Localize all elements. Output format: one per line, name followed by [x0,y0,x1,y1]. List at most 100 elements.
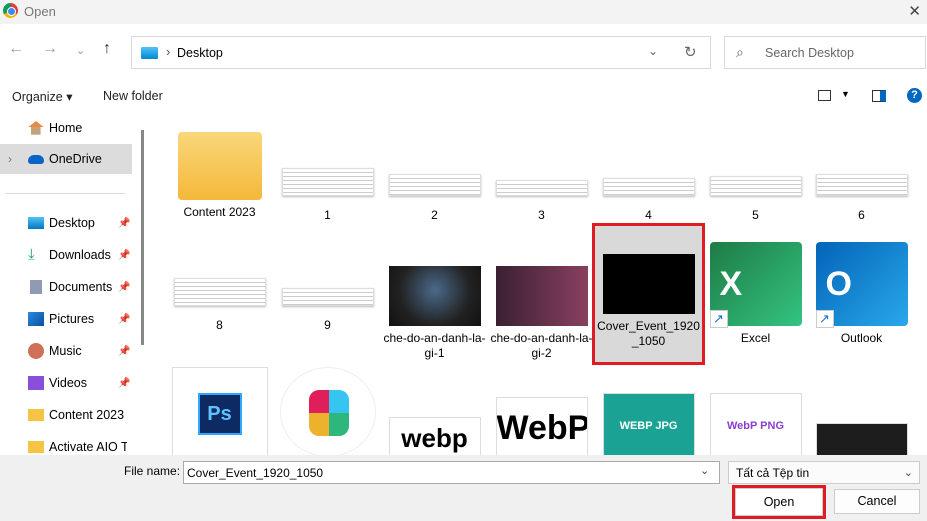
file-name: che-do-an-danh-la-gi-2 [490,331,593,360]
file-name: 6 [858,208,865,222]
sidebar-item-documents[interactable]: Documents 📌 [0,272,132,302]
cloud-icon [28,154,44,164]
document-thumbnail [281,288,374,306]
file-name: che-do-an-danh-la-gi-1 [383,331,486,360]
chevron-down-icon[interactable]: ⌄ [700,464,709,477]
back-icon[interactable]: ← [8,40,24,58]
file-item[interactable]: Content 2023 [166,132,273,220]
image-thumbnail [388,266,481,326]
document-thumbnail [602,178,695,196]
file-item[interactable]: X ↗ Excel [702,242,809,346]
view-dropdown-icon[interactable]: ▼ [841,89,850,99]
document-thumbnail [173,278,266,306]
sidebar-item-videos[interactable]: Videos 📌 [0,368,132,398]
file-name-input[interactable]: Cover_Event_1920_1050 [183,461,720,484]
file-item[interactable]: che-do-an-danh-la-gi-2 [488,242,595,361]
toolbar: Organize ▾ New folder ▼ ? [0,82,927,110]
file-name-label: File name: [124,464,181,478]
sidebar-item-onedrive[interactable]: › OneDrive [0,144,132,174]
sidebar-scrollbar[interactable] [141,130,144,345]
image-thumbnail: WEBP JPG [602,393,695,455]
search-box[interactable]: ⌕ Search Desktop [724,36,926,69]
file-name: 1 [324,208,331,222]
videos-icon [28,376,44,390]
preview-pane-icon[interactable] [872,90,886,102]
close-icon[interactable]: ✕ [908,2,921,20]
photoshop-logo-icon: Ps [197,393,242,435]
pin-icon[interactable]: 📌 [118,250,130,261]
folder-icon [177,132,262,200]
folder-icon [28,441,44,453]
file-item[interactable]: 1 [274,132,381,223]
file-item[interactable]: WebP [488,367,595,455]
file-item[interactable]: Cover_Event_1920_1050 [592,223,705,365]
file-item[interactable]: O ↗ Outlook [808,242,915,346]
navigation-pane: Home › OneDrive Desktop 📌 ⤓ Downloads 📌 Docu… [0,112,145,455]
file-item[interactable]: 6 [808,132,915,223]
file-name: 8 [216,318,223,332]
document-thumbnail [815,174,908,196]
file-item[interactable]: Ps [166,367,273,455]
file-item[interactable]: WebP PNG [702,367,809,455]
pin-icon[interactable]: 📌 [118,378,130,389]
image-thumbnail [602,254,695,314]
sidebar-item-home[interactable]: Home [0,113,132,143]
file-type-value: Tất cả Tệp tin [736,466,810,480]
file-item[interactable]: 3 [488,132,595,223]
excel-icon: X ↗ [709,242,802,328]
recent-chevron-icon[interactable]: ⌄ [76,44,85,57]
address-bar[interactable]: › Desktop ⌄ ↻ [131,36,711,69]
file-item[interactable] [274,367,381,455]
search-placeholder[interactable]: Search Desktop [765,46,854,60]
sidebar-item-pictures[interactable]: Pictures 📌 [0,304,132,334]
forward-icon[interactable]: → [42,40,58,58]
file-item[interactable]: 8 [166,242,273,333]
chevron-right-icon: › [166,44,171,59]
file-item[interactable]: WEBP JPG [595,367,702,455]
expand-chevron-icon[interactable]: › [8,152,12,166]
sidebar-item-desktop[interactable]: Desktop 📌 [0,208,132,238]
divider [5,193,125,194]
pin-icon[interactable]: 📌 [118,346,130,357]
file-item[interactable]: 4 [595,132,702,223]
document-thumbnail [388,174,481,196]
file-name: 4 [645,208,652,222]
file-name: 9 [324,318,331,332]
shortcut-arrow-icon: ↗ [709,310,728,328]
pictures-icon [28,312,44,326]
bottom-panel: File name: Cover_Event_1920_1050 ⌄ Tất c… [0,455,927,521]
desktop-icon [28,217,44,229]
document-thumbnail [281,168,374,196]
sidebar-item-content-2023[interactable]: Content 2023 [0,400,132,430]
image-thumbnail: webp [388,417,481,455]
file-item[interactable]: che-do-an-danh-la-gi-1 [381,242,488,361]
view-icon[interactable] [818,90,831,101]
pin-icon[interactable]: 📌 [118,218,130,229]
cancel-button[interactable]: Cancel [834,489,920,514]
file-item[interactable]: 2 [381,132,488,223]
image-thumbnail [495,266,588,326]
sidebar-item-downloads[interactable]: ⤓ Downloads 📌 [0,240,132,270]
slack-icon [279,367,376,455]
up-icon[interactable]: ↑ [103,40,111,58]
file-type-select[interactable]: Tất cả Tệp tin ⌄ [728,461,920,484]
file-name: 3 [538,208,545,222]
file-item[interactable]: 9 [274,242,381,333]
pin-icon[interactable]: 📌 [118,314,130,325]
open-button[interactable]: Open [732,485,826,519]
help-icon[interactable]: ? [907,88,922,103]
pin-icon[interactable]: 📌 [118,282,130,293]
file-item[interactable]: 5 [702,132,809,223]
address-path[interactable]: Desktop [177,46,223,60]
new-folder-button[interactable]: New folder [103,89,163,103]
sidebar-item-music[interactable]: Music 📌 [0,336,132,366]
desktop-icon [141,47,158,59]
chevron-down-icon[interactable]: ⌄ [648,44,658,58]
file-item[interactable] [808,367,915,455]
organize-button[interactable]: Organize ▾ [12,89,72,104]
music-icon [28,343,44,359]
file-item[interactable]: webp [381,367,488,455]
refresh-icon[interactable]: ↻ [684,43,697,61]
file-name: Cover_Event_1920_1050 [597,319,700,348]
image-thumbnail: WebP PNG [709,393,802,455]
